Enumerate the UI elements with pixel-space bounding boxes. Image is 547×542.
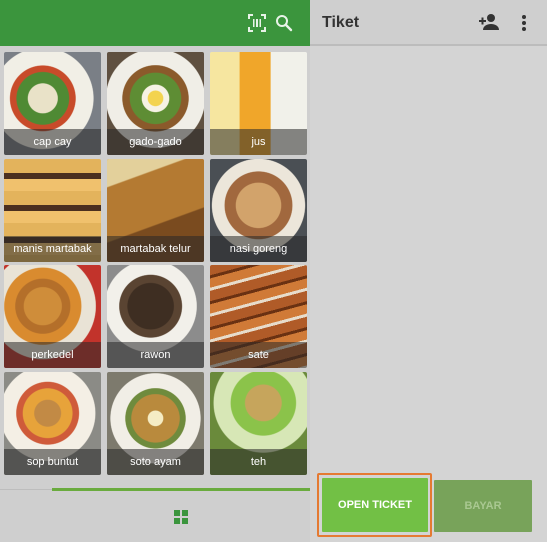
product-label: cap cay — [4, 129, 101, 155]
product-label: soto ayam — [107, 449, 204, 475]
product-tile-perkedel[interactable]: perkedel — [4, 265, 101, 368]
product-label: manis martabak — [4, 236, 101, 262]
product-grid: cap cay gado-gado jus manis martabak mar… — [4, 52, 307, 476]
catalog-toolbar — [0, 0, 310, 46]
pay-button[interactable]: BAYAR — [434, 480, 532, 532]
active-page-indicator — [52, 488, 310, 491]
product-tile-manis-martabak[interactable]: manis martabak — [4, 159, 101, 262]
product-tile-gado-gado[interactable]: gado-gado — [107, 52, 204, 155]
product-tile-martabak-telur[interactable]: martabak telur — [107, 159, 204, 262]
product-label: sop buntut — [4, 449, 101, 475]
product-tile-soto-ayam[interactable]: soto ayam — [107, 372, 204, 475]
search-icon[interactable] — [274, 13, 294, 33]
product-tile-cap-cay[interactable]: cap cay — [4, 52, 101, 155]
item-catalog-panel: cap cay gado-gado jus manis martabak mar… — [0, 0, 310, 542]
product-tile-sop-buntut[interactable]: sop buntut — [4, 372, 101, 475]
product-label: rawon — [107, 342, 204, 368]
ticket-header: Tiket — [310, 0, 547, 46]
product-label: nasi goreng — [210, 236, 307, 262]
product-tile-jus[interactable]: jus — [210, 52, 307, 155]
product-tile-teh[interactable]: teh — [210, 372, 307, 475]
product-tile-sate[interactable]: sate — [210, 265, 307, 368]
product-label: sate — [210, 342, 307, 368]
product-label: teh — [210, 449, 307, 475]
product-label: gado-gado — [107, 129, 204, 155]
barcode-scan-icon[interactable] — [247, 13, 267, 33]
ticket-panel: Tiket — [310, 0, 547, 542]
open-ticket-button[interactable]: OPEN TICKET — [322, 478, 428, 532]
product-tile-nasi-goreng[interactable]: nasi goreng — [210, 159, 307, 262]
product-label: martabak telur — [107, 236, 204, 262]
more-vert-icon[interactable] — [518, 13, 530, 33]
product-label: perkedel — [4, 342, 101, 368]
page-title: Tiket — [322, 14, 360, 31]
grid-view-icon[interactable] — [174, 510, 188, 524]
product-tile-rawon[interactable]: rawon — [107, 265, 204, 368]
add-person-icon[interactable] — [478, 12, 500, 32]
product-label: jus — [210, 129, 307, 155]
